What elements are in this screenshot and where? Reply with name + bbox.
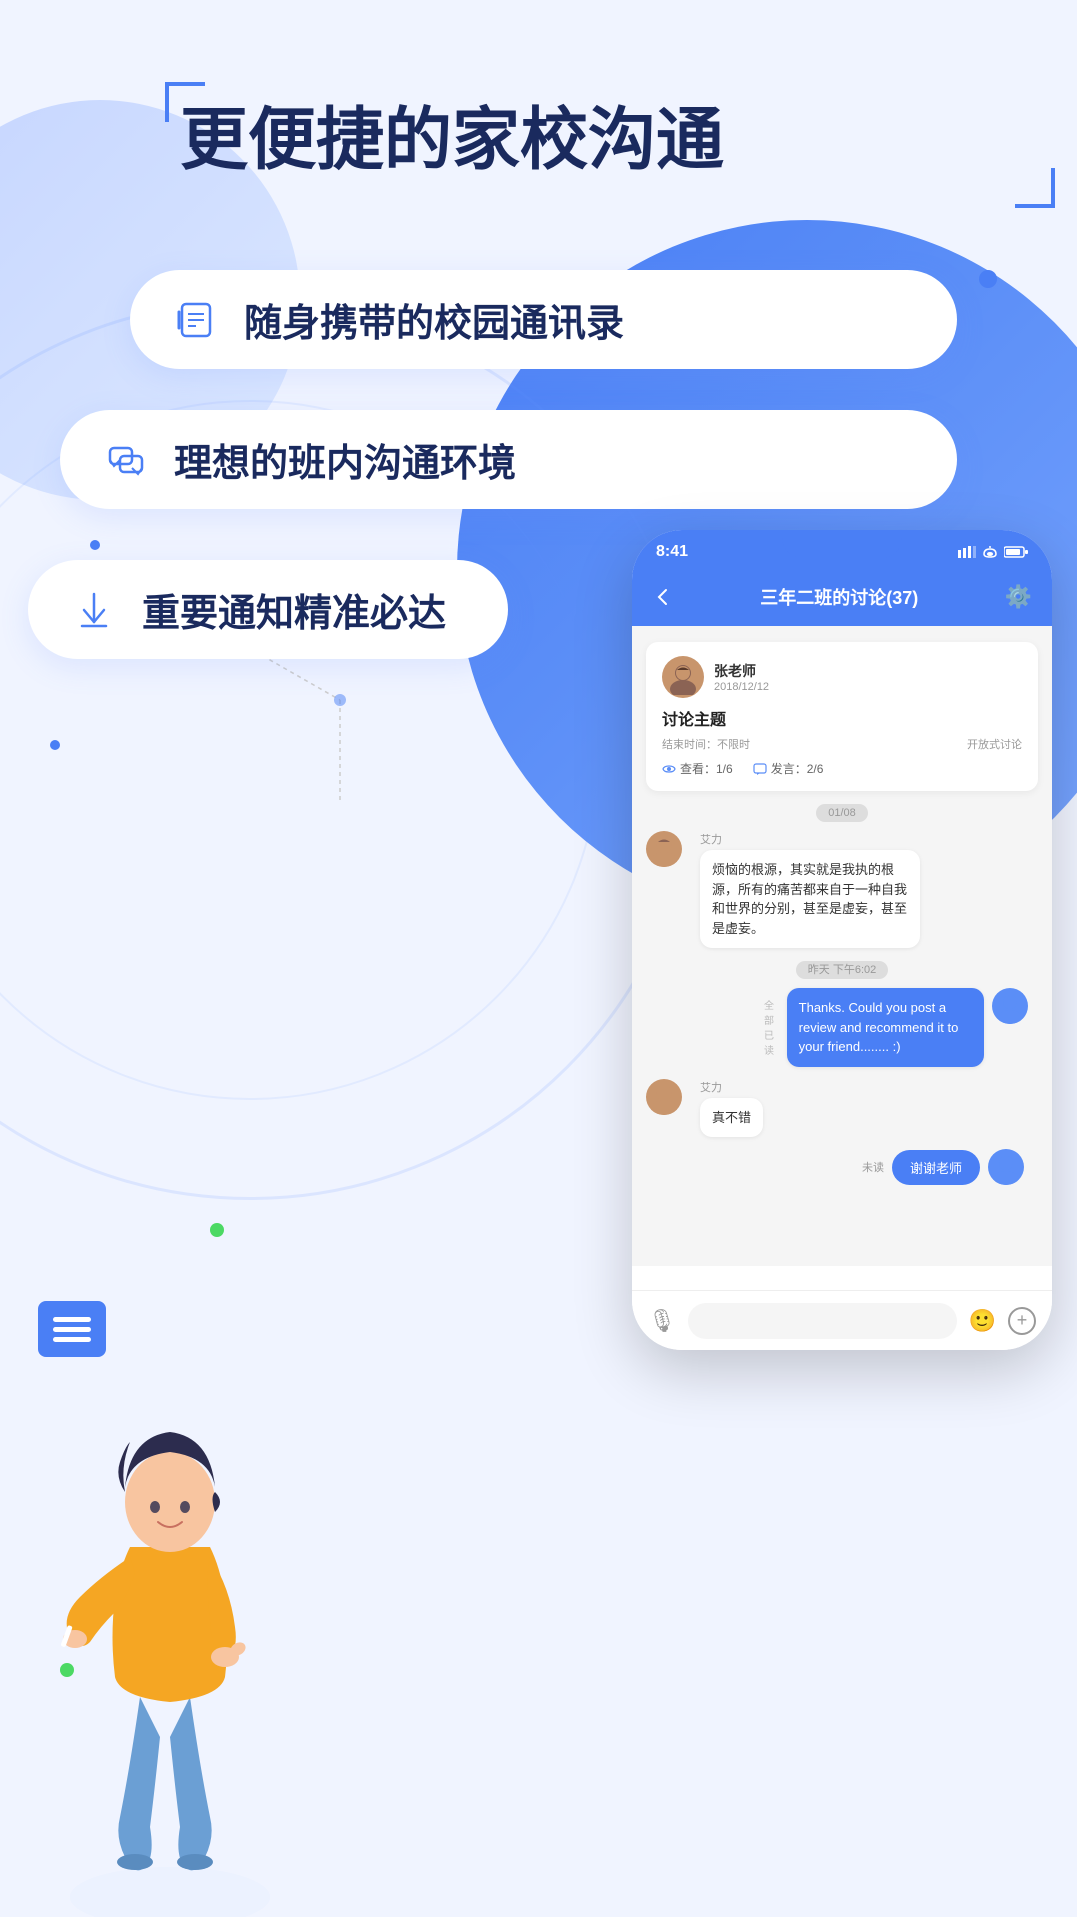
view-stat: 查看：1/6 bbox=[662, 760, 733, 777]
msg-bubble-1: 烦恼的根源，其实就是我执的根源，所有的痛苦都来自于一种自我和世界的分别，甚至是虚… bbox=[700, 850, 920, 948]
character-illustration bbox=[0, 1317, 340, 1917]
user-avatar-2 bbox=[992, 988, 1028, 1024]
dot-decoration-4 bbox=[210, 1223, 224, 1237]
chat-area[interactable]: 张老师 2018/12/12 讨论主题 结束时间：不限时 开放式讨论 查看：1/… bbox=[632, 626, 1052, 1266]
discussion-date: 2018/12/12 bbox=[714, 681, 769, 693]
unread-reply-row: 未读 谢谢老师 bbox=[646, 1149, 1038, 1185]
dot-decoration-1 bbox=[979, 270, 997, 288]
discussion-type: 开放式讨论 bbox=[967, 736, 1022, 752]
phone-input-bar: 🎙 🙂 + bbox=[632, 1290, 1052, 1350]
user-avatar-1 bbox=[646, 831, 682, 867]
notification-box-icon bbox=[38, 1301, 106, 1357]
status-time: 8:41 bbox=[656, 543, 688, 561]
emoji-icon[interactable]: 🙂 bbox=[969, 1308, 996, 1334]
discussion-author: 张老师 2018/12/12 bbox=[662, 656, 1022, 698]
read-label: 全部已读 bbox=[764, 997, 781, 1057]
box-line-3 bbox=[53, 1337, 91, 1342]
communication-label: 理想的班内沟通环境 bbox=[174, 432, 516, 487]
msg-content-1: 艾力 烦恼的根源，其实就是我执的根源，所有的痛苦都来自于一种自我和世界的分别，甚… bbox=[700, 831, 920, 948]
phone-notch bbox=[782, 530, 902, 558]
date-divider-2: 昨天 下午6:02 bbox=[646, 960, 1038, 978]
msg-sender-3: 艾力 bbox=[700, 1079, 763, 1095]
chat-message-2: 全部已读 Thanks. Could you post a review and… bbox=[646, 988, 1038, 1067]
msg-content-3: 艾力 真不错 bbox=[700, 1079, 763, 1138]
back-icon[interactable] bbox=[652, 586, 674, 608]
unread-label: 未读 bbox=[862, 1159, 884, 1175]
feature-card-notification: 重要通知精准必达 bbox=[28, 560, 508, 659]
teacher-avatar bbox=[662, 656, 704, 698]
reply-avatar bbox=[988, 1149, 1024, 1185]
contacts-icon bbox=[170, 294, 222, 346]
phone-mockup: 8:41 三年二班的讨论(37) ⚙️ 张老师 2018/12/12 bbox=[632, 530, 1052, 1350]
notification-icon bbox=[68, 584, 120, 636]
post-stat: 发言：2/6 bbox=[753, 760, 824, 777]
settings-icon[interactable]: ⚙️ bbox=[1005, 584, 1032, 610]
message-input[interactable] bbox=[688, 1303, 957, 1339]
date-divider-1: 01/08 bbox=[646, 803, 1038, 821]
end-time: 结束时间：不限时 bbox=[662, 736, 750, 752]
box-line-2 bbox=[53, 1327, 91, 1332]
mic-icon[interactable]: 🎙 bbox=[648, 1308, 676, 1334]
communication-icon bbox=[100, 434, 152, 486]
teacher-info: 张老师 2018/12/12 bbox=[714, 661, 769, 693]
discussion-card: 张老师 2018/12/12 讨论主题 结束时间：不限时 开放式讨论 查看：1/… bbox=[646, 642, 1038, 791]
title-bracket-bottomright bbox=[1015, 168, 1055, 208]
contacts-label: 随身携带的校园通讯录 bbox=[244, 292, 624, 347]
feature-card-communication: 理想的班内沟通环境 bbox=[60, 410, 957, 509]
discussion-meta: 结束时间：不限时 开放式讨论 bbox=[662, 736, 1022, 752]
teacher-name: 张老师 bbox=[714, 661, 769, 681]
msg-bubble-2: Thanks. Could you post a review and reco… bbox=[787, 988, 984, 1067]
msg-sender-1: 艾力 bbox=[700, 831, 920, 847]
discussion-stats: 查看：1/6 发言：2/6 bbox=[662, 760, 1022, 777]
box-line-1 bbox=[53, 1317, 91, 1322]
plus-icon[interactable]: + bbox=[1008, 1307, 1036, 1335]
reply-bubble: 谢谢老师 bbox=[892, 1150, 980, 1185]
msg-bubble-3: 真不错 bbox=[700, 1098, 763, 1138]
feature-card-contacts: 随身携带的校园通讯录 bbox=[130, 270, 957, 369]
chat-title: 三年二班的讨论(37) bbox=[760, 584, 918, 610]
discussion-title: 讨论主题 bbox=[662, 706, 1022, 730]
page-title: 更便捷的家校沟通 bbox=[180, 100, 724, 182]
chat-message-1: 艾力 烦恼的根源，其实就是我执的根源，所有的痛苦都来自于一种自我和世界的分别，甚… bbox=[646, 831, 1038, 948]
user-avatar-3 bbox=[646, 1079, 682, 1115]
chat-message-3: 艾力 真不错 bbox=[646, 1079, 1038, 1138]
phone-chat-header: 三年二班的讨论(37) ⚙️ bbox=[632, 574, 1052, 626]
msg-content-2: 全部已读 Thanks. Could you post a review and… bbox=[764, 988, 984, 1067]
status-icons bbox=[958, 546, 1028, 558]
notification-label: 重要通知精准必达 bbox=[142, 582, 446, 637]
